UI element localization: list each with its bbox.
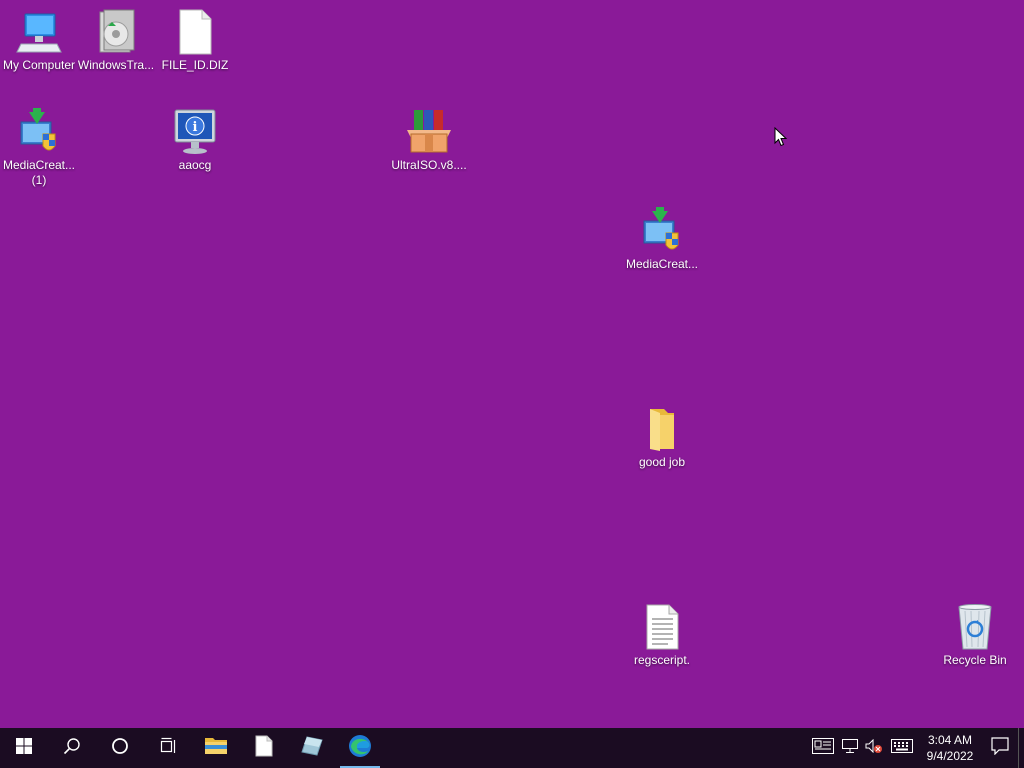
news-widget-button[interactable] (808, 728, 838, 768)
blank-file-icon (171, 8, 219, 56)
glass-app-icon (301, 735, 323, 762)
clock-time: 3:04 AM (927, 733, 973, 747)
text-file-icon (638, 603, 686, 651)
desktop-icon-good-job[interactable]: good job (623, 405, 701, 470)
edge-browser-icon (348, 734, 372, 763)
start-button[interactable] (0, 728, 48, 768)
clock-date: 9/4/2022 (926, 749, 974, 763)
network-button[interactable] (838, 728, 862, 768)
file-explorer-button[interactable] (192, 728, 240, 768)
app-button[interactable] (288, 728, 336, 768)
desktop-icon-label: aaocg (178, 158, 212, 172)
svg-text:i: i (193, 120, 198, 135)
notification-icon (991, 736, 1009, 760)
desktop-icon-label: My Computer (2, 58, 76, 72)
desktop-icon-mediacreat[interactable]: MediaCreat... (623, 207, 701, 272)
desktop-icon-label: MediaCreat... (1) (2, 158, 76, 187)
desktop-icon-label: FILE_ID.DIZ (161, 58, 229, 72)
folder-icon (638, 405, 686, 453)
desktop-icon-label: UltraISO.v8.... (391, 158, 467, 172)
desktop-icon-my-computer[interactable]: My Computer (0, 8, 78, 73)
input-indicator-button[interactable] (886, 728, 918, 768)
desktop-icon-mediacreat-1[interactable]: MediaCreat... (1) (0, 108, 78, 188)
mouse-cursor-icon (774, 126, 788, 152)
desktop-icon-label: WindowsTra... (77, 58, 155, 72)
folder-icon (204, 736, 228, 761)
search-button[interactable] (48, 728, 96, 768)
volume-muted-icon (865, 738, 883, 758)
recycle-bin-icon (951, 603, 999, 651)
desktop-icon-label: good job (638, 455, 686, 469)
installer-disc-icon (92, 8, 140, 56)
desktop-icon-label: regsceript. (633, 653, 691, 667)
desktop[interactable]: My Computer WindowsTra... FILE_ID.DIZ Me… (0, 0, 1024, 728)
cortana-button[interactable] (96, 728, 144, 768)
desktop-icon-label: Recycle Bin (943, 653, 1007, 667)
cortana-circle-icon (111, 737, 129, 760)
keyboard-icon (891, 738, 913, 758)
news-widget-icon (812, 737, 834, 759)
blank-file-icon (255, 735, 273, 762)
task-view-button[interactable] (144, 728, 192, 768)
action-center-button[interactable] (982, 728, 1018, 768)
winrar-archive-icon (405, 108, 453, 156)
windows-logo-icon (16, 737, 32, 759)
system-tray: 3:04 AM 9/4/2022 (808, 728, 1024, 768)
volume-button[interactable] (862, 728, 886, 768)
taskbar: 3:04 AM 9/4/2022 (0, 728, 1024, 768)
search-icon (63, 737, 81, 760)
clock[interactable]: 3:04 AM 9/4/2022 (918, 728, 982, 768)
media-creation-tool-icon (15, 108, 63, 156)
desktop-icon-regsceript[interactable]: regsceript. (623, 603, 701, 668)
desktop-icon-ultraiso[interactable]: UltraISO.v8.... (390, 108, 468, 173)
info-monitor-icon: i (171, 108, 219, 156)
desktop-icon-aaocg[interactable]: i aaocg (156, 108, 234, 173)
desktop-icon-label: MediaCreat... (625, 257, 699, 271)
edge-button[interactable] (336, 728, 384, 768)
task-view-icon (159, 737, 177, 760)
notepad-button[interactable] (240, 728, 288, 768)
desktop-icon-windowstra[interactable]: WindowsTra... (77, 8, 155, 73)
show-desktop-button[interactable] (1018, 728, 1024, 768)
computer-icon (15, 8, 63, 56)
desktop-icon-recycle-bin[interactable]: Recycle Bin (936, 603, 1014, 668)
network-icon (842, 738, 858, 758)
desktop-icon-file-id-diz[interactable]: FILE_ID.DIZ (156, 8, 234, 73)
media-creation-tool-icon (638, 207, 686, 255)
